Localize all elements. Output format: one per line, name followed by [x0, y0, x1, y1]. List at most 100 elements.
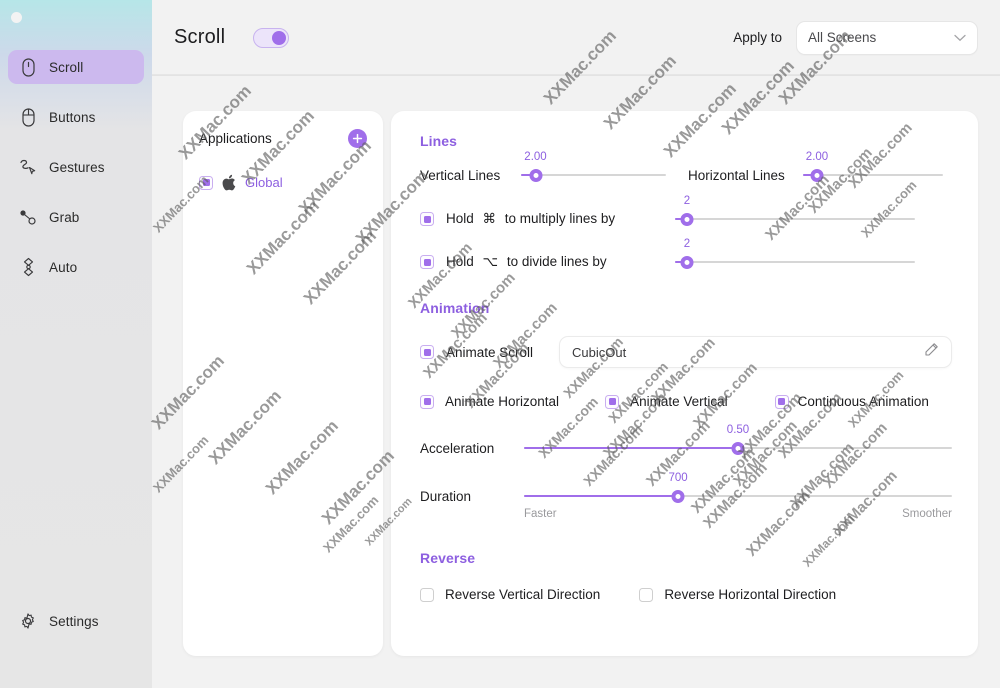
section-title-animation: Animation	[420, 300, 952, 316]
applications-panel: Applications Global	[183, 111, 383, 656]
apply-to-value: All Screens	[808, 30, 876, 45]
duration-label: Duration	[420, 489, 524, 504]
horizontal-lines-slider[interactable]: 2.00	[803, 167, 943, 183]
duration-row: Duration 700	[420, 488, 952, 504]
acceleration-row: Acceleration 0.50	[420, 440, 952, 456]
apply-to-label: Apply to	[733, 30, 782, 45]
app-window: Scroll Buttons Gestures Grab	[0, 0, 1000, 688]
slider-knob[interactable]	[681, 213, 694, 226]
reverse-horizontal-label: Reverse Horizontal Direction	[664, 587, 836, 602]
apply-to-dropdown[interactable]: All Screens	[796, 21, 978, 55]
slider-track	[803, 174, 943, 176]
gesture-icon	[18, 156, 38, 178]
duration-value: 700	[668, 472, 687, 484]
sidebar-item-scroll[interactable]: Scroll	[8, 50, 144, 84]
horizontal-lines-value: 2.00	[806, 151, 828, 163]
slider-knob[interactable]	[529, 169, 542, 182]
acceleration-label: Acceleration	[420, 441, 524, 456]
sidebar-nav: Scroll Buttons Gestures Grab	[0, 50, 152, 300]
sidebar: Scroll Buttons Gestures Grab	[0, 0, 152, 688]
main-content: Scroll Apply to All Screens Applications	[152, 0, 1000, 688]
easing-function-input[interactable]: CubicOut	[559, 336, 952, 368]
auto-icon	[18, 256, 38, 278]
vertical-lines-slider[interactable]: 2.00	[521, 167, 666, 183]
horizontal-lines-label: Horizontal Lines	[688, 168, 803, 183]
multiply-lines-row: Hold ⌘ to multiply lines by 2	[420, 211, 952, 227]
sidebar-item-label: Auto	[49, 260, 77, 275]
slider-fill	[524, 495, 678, 497]
sidebar-item-settings[interactable]: Settings	[8, 606, 144, 636]
reverse-horizontal-checkbox[interactable]	[639, 588, 653, 602]
close-button[interactable]	[11, 12, 22, 23]
sidebar-item-label: Scroll	[49, 60, 83, 75]
slider-track	[521, 174, 666, 176]
apply-to-group: Apply to All Screens	[733, 21, 978, 55]
pencil-icon[interactable]	[924, 342, 939, 362]
divide-lines-row: Hold ⌥ to divide lines by 2	[420, 254, 952, 270]
divide-label-suffix: to divide lines by	[507, 254, 607, 269]
option-key-icon: ⌥	[483, 254, 499, 269]
multiply-label-suffix: to multiply lines by	[505, 211, 615, 226]
animate-scroll-row: Animate Scroll CubicOut	[420, 336, 952, 368]
scroll-enable-toggle[interactable]	[253, 28, 289, 48]
lines-row: Vertical Lines 2.00 Horizontal Lines 2.0…	[420, 167, 952, 183]
speed-scale-labels: Faster Smoother	[524, 508, 952, 520]
scroll-settings-panel: Lines Vertical Lines 2.00 Horizontal Lin…	[391, 111, 978, 656]
animate-horizontal-checkbox[interactable]	[420, 395, 434, 409]
add-application-button[interactable]	[348, 129, 367, 148]
toggle-knob	[272, 31, 286, 45]
divide-lines-checkbox[interactable]	[420, 255, 434, 269]
divide-label-prefix: Hold	[446, 254, 474, 269]
slider-knob[interactable]	[672, 490, 685, 503]
chevron-down-icon	[954, 29, 966, 47]
multiply-label-prefix: Hold	[446, 211, 474, 226]
section-title-lines: Lines	[420, 133, 952, 149]
sidebar-item-gestures[interactable]: Gestures	[8, 150, 144, 184]
header-bar: Scroll Apply to All Screens	[152, 0, 1000, 76]
sidebar-item-auto[interactable]: Auto	[8, 250, 144, 284]
multiply-lines-value: 2	[684, 195, 690, 207]
sidebar-item-buttons[interactable]: Buttons	[8, 100, 144, 134]
sidebar-item-grab[interactable]: Grab	[8, 200, 144, 234]
multiply-lines-checkbox[interactable]	[420, 212, 434, 226]
application-checkbox[interactable]	[199, 176, 213, 190]
mouse-scroll-icon	[18, 56, 38, 78]
applications-title: Applications	[199, 131, 272, 146]
animate-vertical-label: Animate Vertical	[630, 394, 728, 409]
vertical-lines-value: 2.00	[524, 151, 546, 163]
panels: Applications Global Lines	[152, 76, 1000, 656]
multiply-lines-slider[interactable]: 2	[675, 211, 915, 227]
acceleration-slider[interactable]: 0.50	[524, 440, 952, 456]
animate-horizontal-label: Animate Horizontal	[445, 394, 559, 409]
application-name: Global	[245, 175, 283, 190]
acceleration-value: 0.50	[727, 424, 749, 436]
section-title-reverse: Reverse	[420, 550, 952, 566]
animate-vertical-checkbox[interactable]	[605, 395, 619, 409]
reverse-options-row: Reverse Vertical Direction Reverse Horiz…	[420, 587, 952, 602]
mouse-button-icon	[18, 106, 38, 128]
easing-function-value: CubicOut	[572, 345, 626, 360]
duration-slider[interactable]: 700	[524, 488, 952, 504]
gear-icon	[18, 610, 38, 632]
divide-lines-slider[interactable]: 2	[675, 254, 915, 270]
sidebar-item-label: Grab	[49, 210, 79, 225]
application-item-global[interactable]: Global	[199, 174, 367, 191]
reverse-vertical-label: Reverse Vertical Direction	[445, 587, 600, 602]
slider-knob[interactable]	[681, 256, 694, 269]
slider-knob[interactable]	[811, 169, 824, 182]
command-key-icon: ⌘	[483, 211, 497, 226]
continuous-animation-checkbox[interactable]	[775, 395, 789, 409]
applications-header: Applications	[199, 129, 367, 148]
scale-label-faster: Faster	[524, 508, 557, 520]
reverse-vertical-checkbox[interactable]	[420, 588, 434, 602]
slider-knob[interactable]	[732, 442, 745, 455]
animate-scroll-checkbox[interactable]	[420, 345, 434, 359]
page-title: Scroll	[174, 26, 225, 49]
animation-options-row: Animate Horizontal Animate Vertical Cont…	[420, 394, 952, 409]
multiply-lines-label: Hold ⌘ to multiply lines by	[446, 211, 675, 227]
divide-lines-label: Hold ⌥ to divide lines by	[446, 254, 675, 270]
divide-lines-value: 2	[684, 238, 690, 250]
scale-label-smoother: Smoother	[902, 508, 952, 520]
sidebar-item-label: Buttons	[49, 110, 95, 125]
animate-scroll-label: Animate Scroll	[446, 345, 559, 360]
